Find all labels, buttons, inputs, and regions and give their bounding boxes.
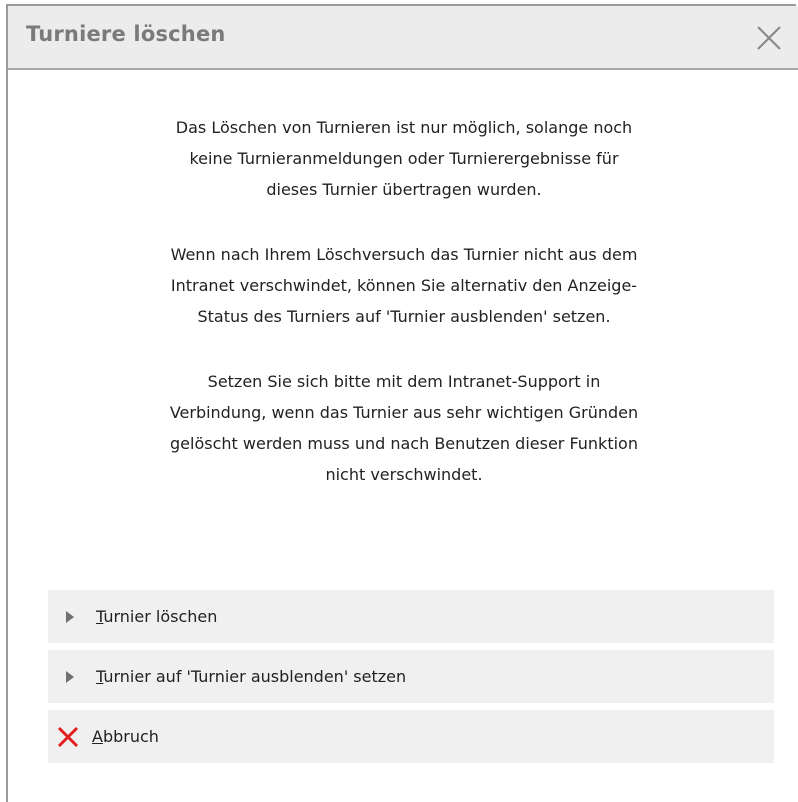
dialog-message: Das Löschen von Turnieren ist nur möglic… xyxy=(86,112,722,524)
delete-tournament-label: Turnier löschen xyxy=(96,607,217,626)
message-line: Intranet verschwindet, können Sie altern… xyxy=(170,276,638,295)
dialog-titlebar: Turniere löschen xyxy=(8,6,798,70)
message-line: Wenn nach Ihrem Löschversuch das Turnier… xyxy=(170,245,638,264)
message-line: Das Löschen von Turnieren ist nur möglic… xyxy=(175,118,633,137)
message-line: gelöscht werden muss und nach Benutzen d… xyxy=(170,434,638,453)
cancel-label: Abbruch xyxy=(92,727,159,746)
label-text: bbruch xyxy=(102,727,159,746)
message-line: Verbindung, wenn das Turnier aus sehr wi… xyxy=(169,403,639,422)
message-paragraph-2: Wenn nach Ihrem Löschversuch das Turnier… xyxy=(86,239,722,332)
dialog-options: Turnier löschen Turnier auf 'Turnier aus… xyxy=(48,590,774,770)
close-button[interactable] xyxy=(752,21,786,55)
message-line: Setzen Sie sich bitte mit dem Intranet-S… xyxy=(207,372,601,391)
message-line: nicht verschwindet. xyxy=(325,465,483,484)
hide-tournament-option[interactable]: Turnier auf 'Turnier ausblenden' setzen xyxy=(48,650,774,703)
message-line: Status des Turniers auf 'Turnier ausblen… xyxy=(197,307,611,326)
close-icon xyxy=(757,26,781,50)
delete-tournaments-dialog: Turniere löschen Das Löschen von Turnier… xyxy=(6,4,798,802)
label-text: urnier auf 'Turnier ausblenden' setzen xyxy=(103,667,407,686)
hide-tournament-label: Turnier auf 'Turnier ausblenden' setzen xyxy=(96,667,406,686)
red-x-icon xyxy=(56,725,86,749)
message-line: keine Turnieranmeldungen oder Turniererg… xyxy=(189,149,619,168)
delete-tournament-option[interactable]: Turnier löschen xyxy=(48,590,774,643)
accesskey: A xyxy=(92,727,103,746)
label-text: urnier löschen xyxy=(103,607,218,626)
triangle-right-icon xyxy=(66,610,88,623)
dialog-title: Turniere löschen xyxy=(26,22,226,46)
message-paragraph-1: Das Löschen von Turnieren ist nur möglic… xyxy=(86,112,722,205)
message-line: dieses Turnier übertragen wurden. xyxy=(266,180,542,199)
message-paragraph-3: Setzen Sie sich bitte mit dem Intranet-S… xyxy=(86,366,722,490)
triangle-right-icon xyxy=(66,670,88,683)
cancel-option[interactable]: Abbruch xyxy=(48,710,774,763)
